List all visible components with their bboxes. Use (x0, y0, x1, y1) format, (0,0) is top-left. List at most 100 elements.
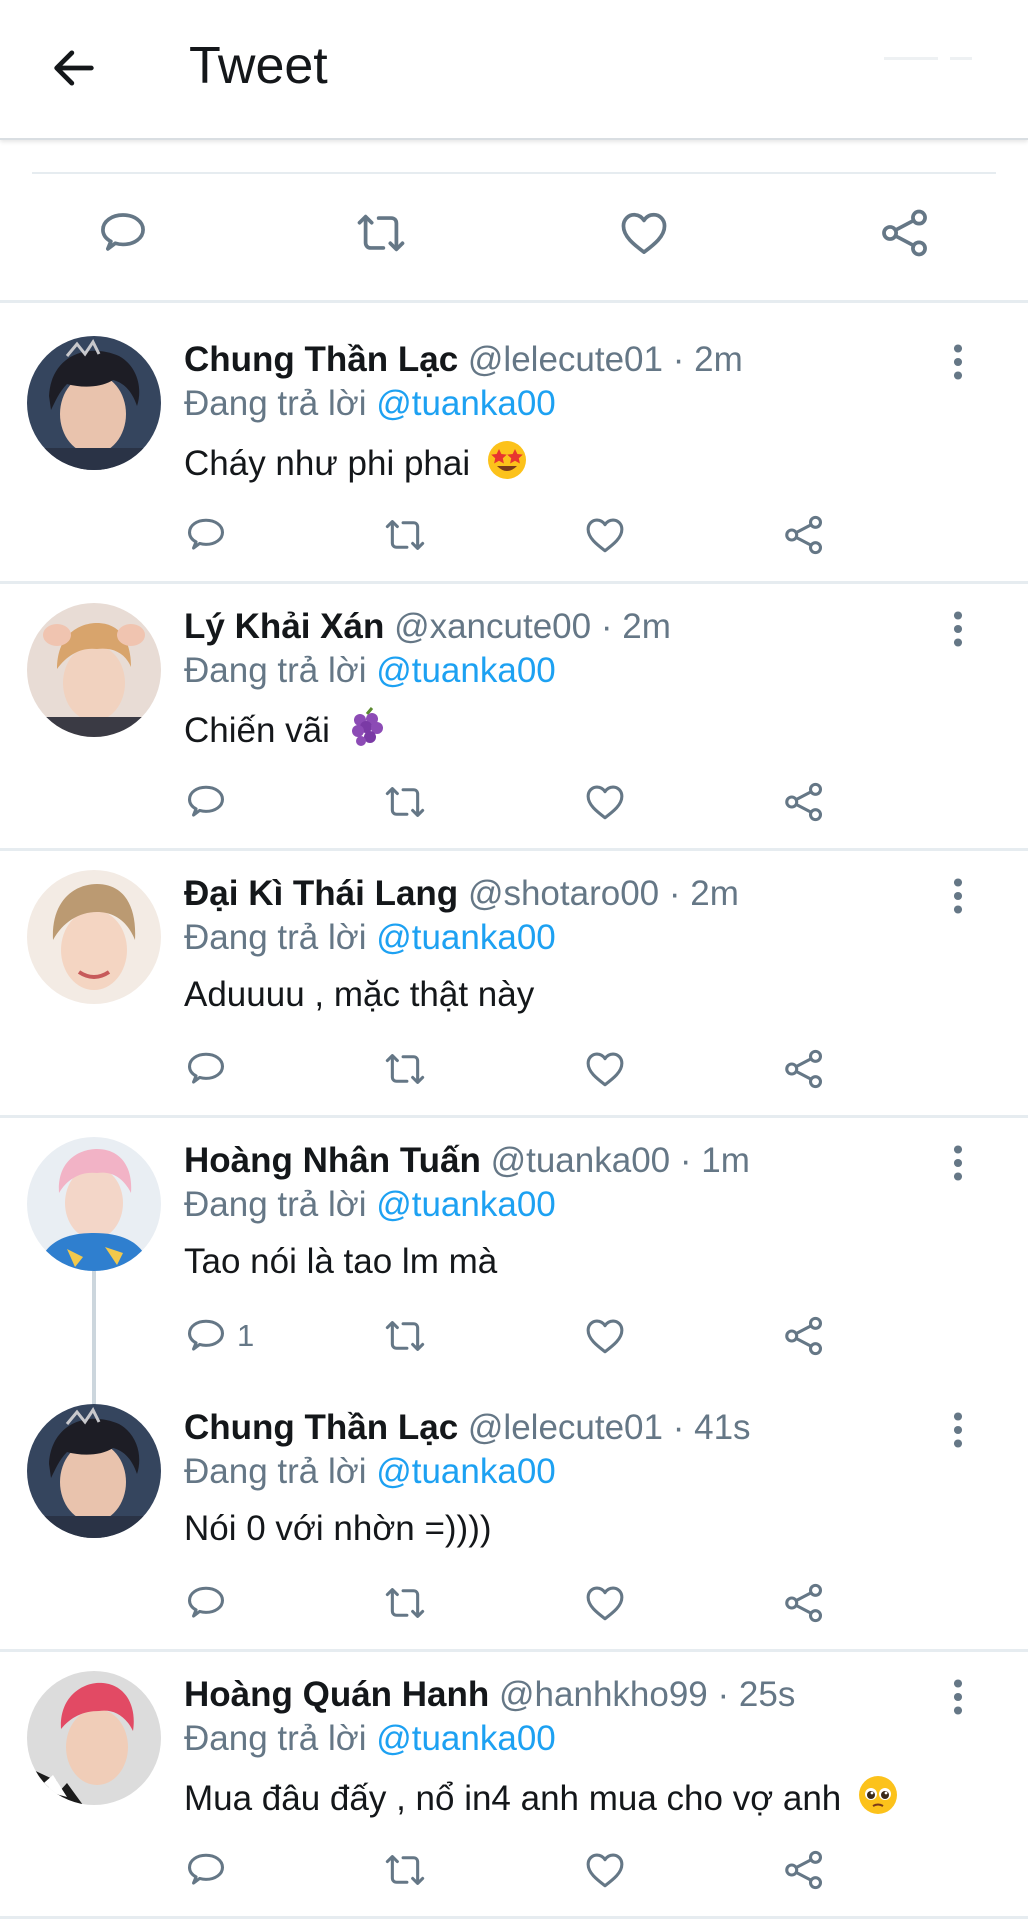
reply-button[interactable] (95, 205, 151, 261)
more-options-button[interactable] (942, 609, 974, 649)
share-button[interactable] (781, 1845, 827, 1895)
retweet-button[interactable] (382, 510, 428, 560)
share-button[interactable] (781, 777, 827, 827)
replying-to-label: Đang trả lời (184, 1185, 367, 1224)
retweet-arrows-icon (382, 1046, 428, 1092)
retweet-arrows-icon (382, 1313, 428, 1359)
retweet-button[interactable] (382, 1845, 428, 1895)
reply-button[interactable] (183, 1578, 237, 1628)
like-button[interactable] (582, 510, 628, 560)
reply-button[interactable] (183, 1044, 237, 1094)
tweet-text-content: Chiến vãi (184, 711, 330, 750)
tweet-text-content: Nói 0 với nhờn =)))) (184, 1509, 492, 1548)
mention-link[interactable]: @tuanka00 (376, 1719, 556, 1758)
tweet-header: Hoàng Nhân Tuấn @tuanka00 · 1m (184, 1139, 750, 1183)
mention-link[interactable]: @tuanka00 (376, 1452, 556, 1491)
vertical-dots-icon (953, 1679, 963, 1715)
reply-button[interactable] (183, 777, 237, 827)
user-handle: @lelecute01 (467, 1408, 663, 1447)
share-button[interactable] (877, 205, 933, 261)
reply-button[interactable] (183, 510, 237, 560)
avatar[interactable] (27, 603, 161, 737)
pleading-face-emoji (859, 1776, 898, 1814)
more-options-button[interactable] (942, 1410, 974, 1450)
retweet-button[interactable] (382, 1044, 428, 1094)
reply-tweet[interactable]: Chung Thần Lạc @lelecute01 · 41s Đang tr… (0, 1370, 1028, 1652)
like-button[interactable] (582, 1578, 628, 1628)
heart-outline-icon (582, 1847, 628, 1893)
retweet-button[interactable] (353, 205, 409, 261)
display-name[interactable]: Chung Thần Lạc (184, 340, 458, 379)
replying-to-label: Đang trả lời (184, 1719, 367, 1758)
like-button[interactable] (582, 1311, 628, 1361)
more-options-button[interactable] (942, 342, 974, 382)
reply-tweet[interactable]: Hoàng Quán Hanh @hanhkho99 · 25s Đang tr… (0, 1637, 1028, 1919)
reply-tweet[interactable]: Đại Kì Thái Lang @shotaro00 · 2m Đang tr… (0, 836, 1028, 1118)
vertical-dots-icon (953, 878, 963, 914)
tweet-header: Chung Thần Lạc @lelecute01 · 41s (184, 1406, 751, 1450)
display-name[interactable]: Đại Kì Thái Lang (184, 874, 458, 913)
avatar[interactable] (27, 336, 161, 470)
speech-bubble-icon (95, 205, 151, 261)
display-name[interactable]: Lý Khải Xán (184, 607, 384, 646)
display-name[interactable]: Hoàng Nhân Tuấn (184, 1141, 481, 1180)
speech-bubble-icon (183, 1847, 229, 1893)
vertical-dots-icon (953, 1145, 963, 1181)
like-button[interactable] (616, 205, 672, 261)
replying-to-label: Đang trả lời (184, 651, 367, 690)
share-button[interactable] (781, 1044, 827, 1094)
replying-to: Đang trả lời @tuanka00 (184, 1183, 556, 1227)
avatar[interactable] (27, 1404, 161, 1538)
display-name[interactable]: Hoàng Quán Hanh (184, 1675, 489, 1714)
retweet-button[interactable] (382, 1578, 428, 1628)
tweet-text-content: Tao nói là tao lm mà (184, 1242, 498, 1281)
reply-count: 1 (237, 1318, 255, 1353)
tweet-text-content: Aduuuu , mặc thật này (184, 975, 535, 1014)
display-name[interactable]: Chung Thần Lạc (184, 1408, 458, 1447)
speech-bubble-icon (183, 1580, 229, 1626)
separator: · (672, 340, 685, 379)
more-options-button[interactable] (942, 876, 974, 916)
like-button[interactable] (582, 777, 628, 827)
separator: · (668, 874, 681, 913)
like-button[interactable] (582, 1845, 628, 1895)
mention-link[interactable]: @tuanka00 (376, 651, 556, 690)
mention-link[interactable]: @tuanka00 (376, 918, 556, 957)
share-button[interactable] (781, 1578, 827, 1628)
retweet-arrows-icon (382, 1580, 428, 1626)
timestamp: 1m (701, 1141, 750, 1180)
reply-tweet[interactable]: Chung Thần Lạc @lelecute01 · 2m Đang trả… (0, 302, 1028, 584)
more-options-button[interactable] (942, 1143, 974, 1183)
reply-tweet[interactable]: Hoàng Nhân Tuấn @tuanka00 · 1m Đang trả … (0, 1103, 1028, 1405)
share-button[interactable] (781, 1311, 827, 1361)
retweet-button[interactable] (382, 1311, 428, 1361)
tweet-text-content: Cháy như phi phai (184, 444, 471, 483)
faded-divider (950, 57, 972, 60)
share-button[interactable] (781, 510, 827, 560)
tweet-text: Chiến vãi (184, 706, 388, 753)
reply-tweet[interactable]: Lý Khải Xán @xancute00 · 2m Đang trả lời… (0, 569, 1028, 851)
avatar[interactable] (27, 1671, 161, 1805)
reply-button[interactable] (183, 1845, 237, 1895)
reply-button[interactable]: 1 (183, 1311, 254, 1361)
vertical-dots-icon (953, 611, 963, 647)
like-button[interactable] (582, 1044, 628, 1094)
replying-to: Đang trả lời @tuanka00 (184, 1450, 556, 1494)
mention-link[interactable]: @tuanka00 (376, 384, 556, 423)
tweet-text-content: Mua đâu đấy , nổ in4 anh mua cho vợ anh (184, 1779, 842, 1818)
replying-to: Đang trả lời @tuanka00 (184, 382, 556, 426)
retweet-button[interactable] (382, 777, 428, 827)
share-nodes-icon (781, 1313, 827, 1359)
page-title: Tweet (189, 37, 328, 95)
speech-bubble-icon (183, 779, 229, 825)
timestamp: 2m (622, 607, 671, 646)
avatar[interactable] (27, 1137, 161, 1271)
share-nodes-icon (781, 512, 827, 558)
heart-outline-icon (582, 512, 628, 558)
back-button[interactable] (44, 38, 104, 98)
mention-link[interactable]: @tuanka00 (376, 1185, 556, 1224)
timestamp: 2m (690, 874, 739, 913)
more-options-button[interactable] (942, 1677, 974, 1717)
share-nodes-icon (781, 779, 827, 825)
avatar[interactable] (27, 870, 161, 1004)
